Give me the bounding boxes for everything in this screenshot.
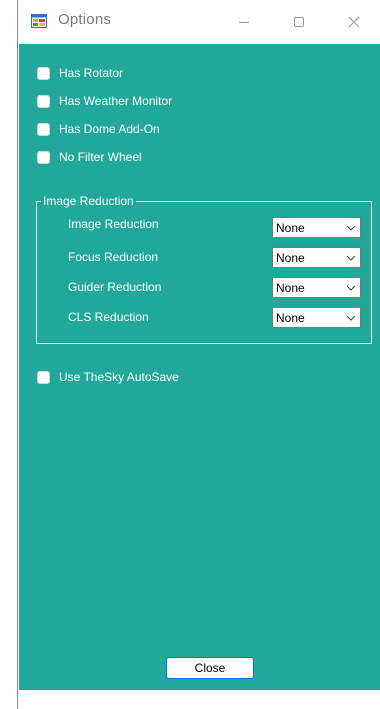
close-window-button[interactable] bbox=[331, 0, 377, 44]
has-weather-monitor-label[interactable]: Has Weather Monitor bbox=[59, 94, 172, 108]
window-title: Options bbox=[58, 11, 112, 28]
has-weather-monitor-checkbox[interactable] bbox=[37, 94, 50, 108]
image-reduction-select[interactable]: None bbox=[272, 217, 361, 238]
guider-reduction-value: None bbox=[276, 281, 305, 295]
chevron-down-icon bbox=[346, 285, 356, 291]
guider-reduction-select[interactable]: None bbox=[272, 277, 361, 298]
minimize-icon bbox=[239, 22, 249, 23]
has-dome-addon-checkbox[interactable] bbox=[37, 122, 50, 136]
chevron-down-icon bbox=[346, 255, 356, 261]
image-reduction-value: None bbox=[276, 221, 305, 235]
focus-reduction-label: Focus Reduction bbox=[68, 250, 159, 264]
cls-reduction-value: None bbox=[276, 311, 305, 325]
use-thesky-autosave-checkbox-row[interactable]: Use TheSky AutoSave bbox=[37, 368, 179, 386]
app-icon bbox=[31, 13, 47, 29]
has-dome-addon-label[interactable]: Has Dome Add-On bbox=[59, 122, 160, 136]
cls-reduction-select[interactable]: None bbox=[272, 307, 361, 328]
has-rotator-checkbox-row[interactable]: Has Rotator bbox=[37, 64, 123, 82]
no-filter-wheel-label[interactable]: No Filter Wheel bbox=[59, 150, 142, 164]
has-rotator-checkbox[interactable] bbox=[37, 66, 50, 80]
guider-reduction-label: Guider Reduction bbox=[68, 280, 162, 294]
no-filter-wheel-checkbox[interactable] bbox=[37, 150, 50, 164]
maximize-button[interactable] bbox=[276, 0, 322, 44]
chevron-down-icon bbox=[346, 315, 356, 321]
options-panel: Has Rotator Has Weather Monitor Has Dome… bbox=[19, 44, 380, 690]
maximize-icon bbox=[294, 17, 304, 27]
has-weather-monitor-checkbox-row[interactable]: Has Weather Monitor bbox=[37, 92, 172, 110]
image-reduction-label: Image Reduction bbox=[68, 217, 159, 231]
minimize-button[interactable] bbox=[221, 0, 267, 44]
close-icon bbox=[348, 16, 360, 28]
title-bar[interactable]: Options bbox=[18, 0, 380, 44]
use-thesky-autosave-label[interactable]: Use TheSky AutoSave bbox=[59, 370, 179, 384]
image-reduction-group-title: Image Reduction bbox=[41, 194, 136, 208]
no-filter-wheel-checkbox-row[interactable]: No Filter Wheel bbox=[37, 148, 142, 166]
focus-reduction-value: None bbox=[276, 251, 305, 265]
focus-reduction-select[interactable]: None bbox=[272, 247, 361, 268]
window-bottom-border bbox=[18, 690, 380, 709]
close-button[interactable]: Close bbox=[166, 657, 254, 679]
options-window: Options Has Rotator Has Weather Monitor bbox=[17, 0, 380, 709]
use-thesky-autosave-checkbox[interactable] bbox=[37, 370, 50, 384]
chevron-down-icon bbox=[346, 225, 356, 231]
has-rotator-label[interactable]: Has Rotator bbox=[59, 66, 123, 80]
cls-reduction-label: CLS Reduction bbox=[68, 310, 149, 324]
has-dome-addon-checkbox-row[interactable]: Has Dome Add-On bbox=[37, 120, 160, 138]
